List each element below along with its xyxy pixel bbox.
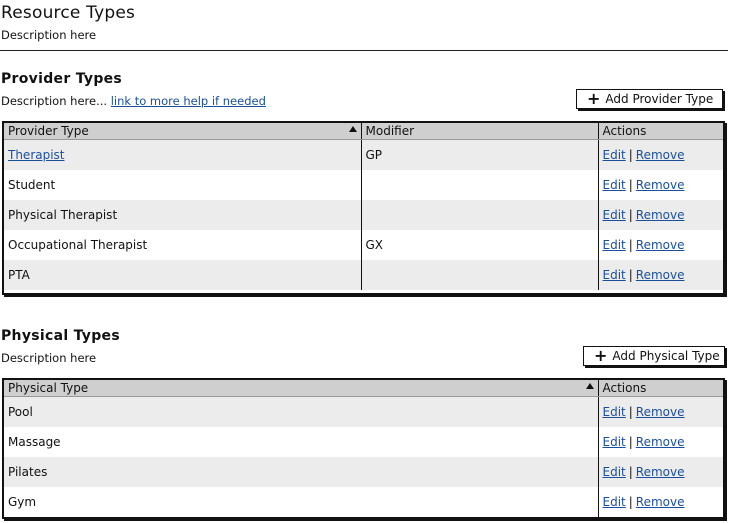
actions-cell: Edit | Remove: [598, 139, 723, 170]
add-provider-type-button[interactable]: + Add Provider Type: [576, 89, 723, 109]
add-physical-type-button[interactable]: + Add Physical Type: [583, 346, 725, 366]
physical-type-cell: Pool: [4, 396, 599, 427]
table-row: Pilates Edit | Remove: [4, 456, 723, 487]
actions-cell: Edit | Remove: [598, 427, 723, 457]
physical-types-table: Physical Type Actions Pool Edit | Remove M…: [2, 378, 725, 519]
actions-cell: Edit | Remove: [598, 396, 723, 427]
sort-ascending-icon[interactable]: [585, 383, 594, 389]
action-separator: |: [628, 434, 633, 449]
edit-link[interactable]: Edit: [603, 495, 626, 509]
remove-link[interactable]: Remove: [636, 465, 685, 479]
column-header-provider-type[interactable]: Provider Type: [4, 123, 362, 140]
column-header-actions: Actions: [598, 380, 723, 397]
physical-description: Description here: [1, 351, 97, 365]
page-title: Resource Types: [1, 3, 136, 23]
edit-link[interactable]: Edit: [603, 178, 626, 192]
help-link[interactable]: link to more help if needed: [111, 94, 266, 108]
add-provider-type-label: Add Provider Type: [605, 92, 714, 106]
edit-link[interactable]: Edit: [603, 465, 626, 479]
remove-link[interactable]: Remove: [636, 178, 685, 192]
physical-type-cell: Gym: [4, 486, 599, 517]
table-header-row: Physical Type Actions: [4, 380, 723, 397]
physical-type-cell: Pilates: [4, 456, 599, 487]
table-row: PTA Edit | Remove: [4, 259, 723, 290]
table-row: Therapist GP Edit | Remove: [4, 139, 723, 170]
action-separator: |: [628, 148, 633, 162]
action-separator: |: [628, 405, 633, 419]
actions-cell: Edit | Remove: [598, 170, 723, 200]
physical-section-title: Physical Types: [1, 328, 120, 344]
remove-link[interactable]: Remove: [636, 405, 685, 419]
provider-section-title: Provider Types: [1, 71, 123, 87]
remove-link[interactable]: Remove: [636, 495, 685, 509]
provider-type-cell: Physical Therapist: [4, 199, 362, 230]
action-separator: |: [628, 464, 633, 479]
action-separator: |: [628, 177, 633, 192]
physical-type-cell: Massage: [4, 426, 599, 457]
edit-link[interactable]: Edit: [603, 238, 626, 252]
table-row: Gym Edit | Remove: [4, 486, 723, 517]
plus-icon: +: [594, 346, 608, 365]
action-separator: |: [628, 207, 633, 222]
header-divider: [0, 50, 728, 51]
action-separator: |: [628, 267, 633, 282]
provider-type-cell: PTA: [4, 259, 362, 290]
actions-cell: Edit | Remove: [598, 230, 723, 260]
table-row: Student Edit | Remove: [4, 169, 723, 200]
provider-type-link[interactable]: Therapist: [8, 148, 65, 162]
remove-link[interactable]: Remove: [636, 268, 685, 282]
column-header-actions: Actions: [598, 123, 723, 140]
edit-link[interactable]: Edit: [603, 208, 626, 222]
modifier-cell: [361, 199, 599, 230]
add-physical-type-label: Add Physical Type: [612, 349, 720, 363]
edit-link[interactable]: Edit: [603, 435, 626, 449]
provider-type-cell: Occupational Therapist: [4, 229, 362, 260]
provider-description: Description here...: [1, 94, 108, 108]
table-row: Physical Therapist Edit | Remove: [4, 199, 723, 230]
provider-types-table: Provider Type Modifier Actions Therapist…: [2, 121, 725, 295]
provider-type-cell: Student: [4, 169, 362, 200]
remove-link[interactable]: Remove: [636, 148, 685, 162]
modifier-cell: [361, 169, 599, 200]
column-header-modifier[interactable]: Modifier: [361, 123, 599, 140]
table-row: Occupational Therapist GX Edit | Remove: [4, 229, 723, 260]
provider-description-line: Description here... link to more help if…: [1, 94, 266, 108]
actions-cell: Edit | Remove: [598, 456, 723, 487]
edit-link[interactable]: Edit: [603, 268, 626, 282]
edit-link[interactable]: Edit: [603, 405, 626, 419]
table-row: Pool Edit | Remove: [4, 396, 723, 427]
sort-ascending-icon[interactable]: [348, 126, 357, 132]
action-separator: |: [628, 494, 633, 509]
modifier-cell: GP: [361, 139, 599, 170]
modifier-cell: [361, 259, 599, 290]
remove-link[interactable]: Remove: [636, 435, 685, 449]
action-separator: |: [628, 237, 633, 252]
provider-type-cell: Therapist: [4, 139, 362, 170]
actions-cell: Edit | Remove: [598, 259, 723, 290]
actions-cell: Edit | Remove: [598, 487, 723, 517]
column-header-physical-type[interactable]: Physical Type: [4, 380, 599, 397]
plus-icon: +: [587, 89, 601, 108]
table-row: Massage Edit | Remove: [4, 426, 723, 457]
page-description: Description here: [1, 28, 97, 42]
remove-link[interactable]: Remove: [636, 238, 685, 252]
edit-link[interactable]: Edit: [603, 148, 626, 162]
table-header-row: Provider Type Modifier Actions: [4, 123, 723, 140]
remove-link[interactable]: Remove: [636, 208, 685, 222]
actions-cell: Edit | Remove: [598, 199, 723, 230]
modifier-cell: GX: [361, 229, 599, 260]
